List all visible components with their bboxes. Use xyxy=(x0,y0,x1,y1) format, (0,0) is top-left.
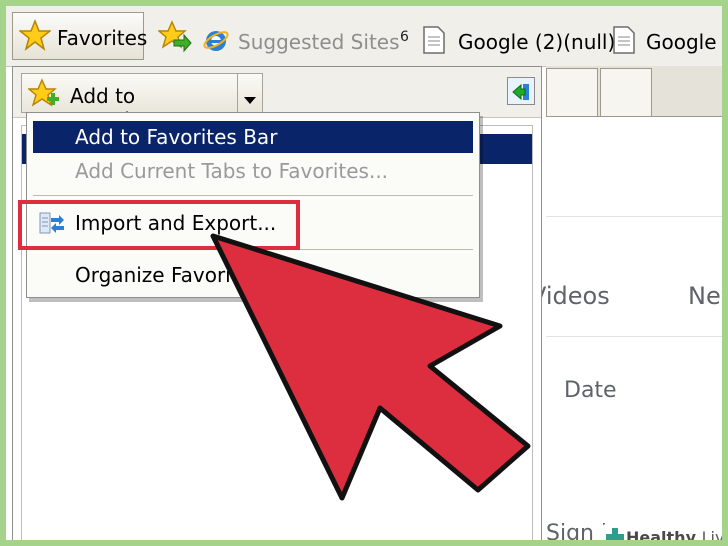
screenshot-frame: Favorites Suggested Sites 6 Google (2)(n… xyxy=(0,0,728,546)
watermark-text: Healthy Living xyxy=(626,528,725,546)
watermark-brand-normal: Living xyxy=(701,528,725,546)
watermark-brand-bold: Healthy xyxy=(626,528,696,546)
pointer-arrow-icon xyxy=(210,233,531,501)
healthy-living-watermark: Healthy Living xyxy=(602,524,725,546)
plus-cross-icon xyxy=(606,527,624,540)
